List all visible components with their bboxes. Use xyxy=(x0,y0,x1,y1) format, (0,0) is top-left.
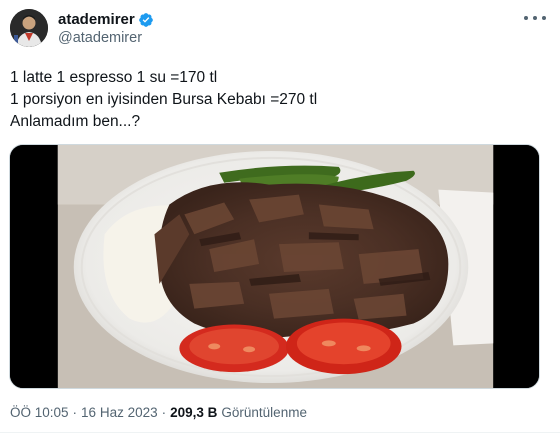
avatar-image xyxy=(10,9,48,47)
views-count: 209,3 B xyxy=(170,405,218,420)
tweet-time[interactable]: ÖÖ 10:05 xyxy=(10,405,69,420)
views-label: Görüntülenme xyxy=(221,405,307,420)
author-name-row: atademirer xyxy=(58,11,154,28)
kebab-photo xyxy=(10,145,539,388)
tweet-text: 1 latte 1 espresso 1 su =170 tl 1 porsiy… xyxy=(10,67,540,133)
verified-badge-icon xyxy=(138,12,153,27)
divider xyxy=(0,432,560,433)
author-handle[interactable]: @atademirer xyxy=(58,30,142,46)
tweet-media-photo[interactable] xyxy=(9,144,540,389)
tweet-text-line: 1 porsiyon en iyisinden Bursa Kebabı =27… xyxy=(10,91,318,108)
tweet-card: atademirer @atademirer 1 latte 1 espress… xyxy=(0,0,560,441)
tweet-date[interactable]: 16 Haz 2023 xyxy=(81,405,158,420)
tweet-meta: ÖÖ 10:05 · 16 Haz 2023 · 209,3 B Görüntü… xyxy=(10,405,307,420)
more-options-icon[interactable] xyxy=(524,10,546,26)
separator-dot: · xyxy=(161,405,167,420)
tweet-text-line: 1 latte 1 espresso 1 su =170 tl xyxy=(10,69,218,86)
author-display-name[interactable]: atademirer xyxy=(58,11,135,28)
avatar[interactable] xyxy=(10,9,48,47)
separator-dot: · xyxy=(72,405,78,420)
tweet-text-line: Anlamadım ben...? xyxy=(10,113,141,130)
